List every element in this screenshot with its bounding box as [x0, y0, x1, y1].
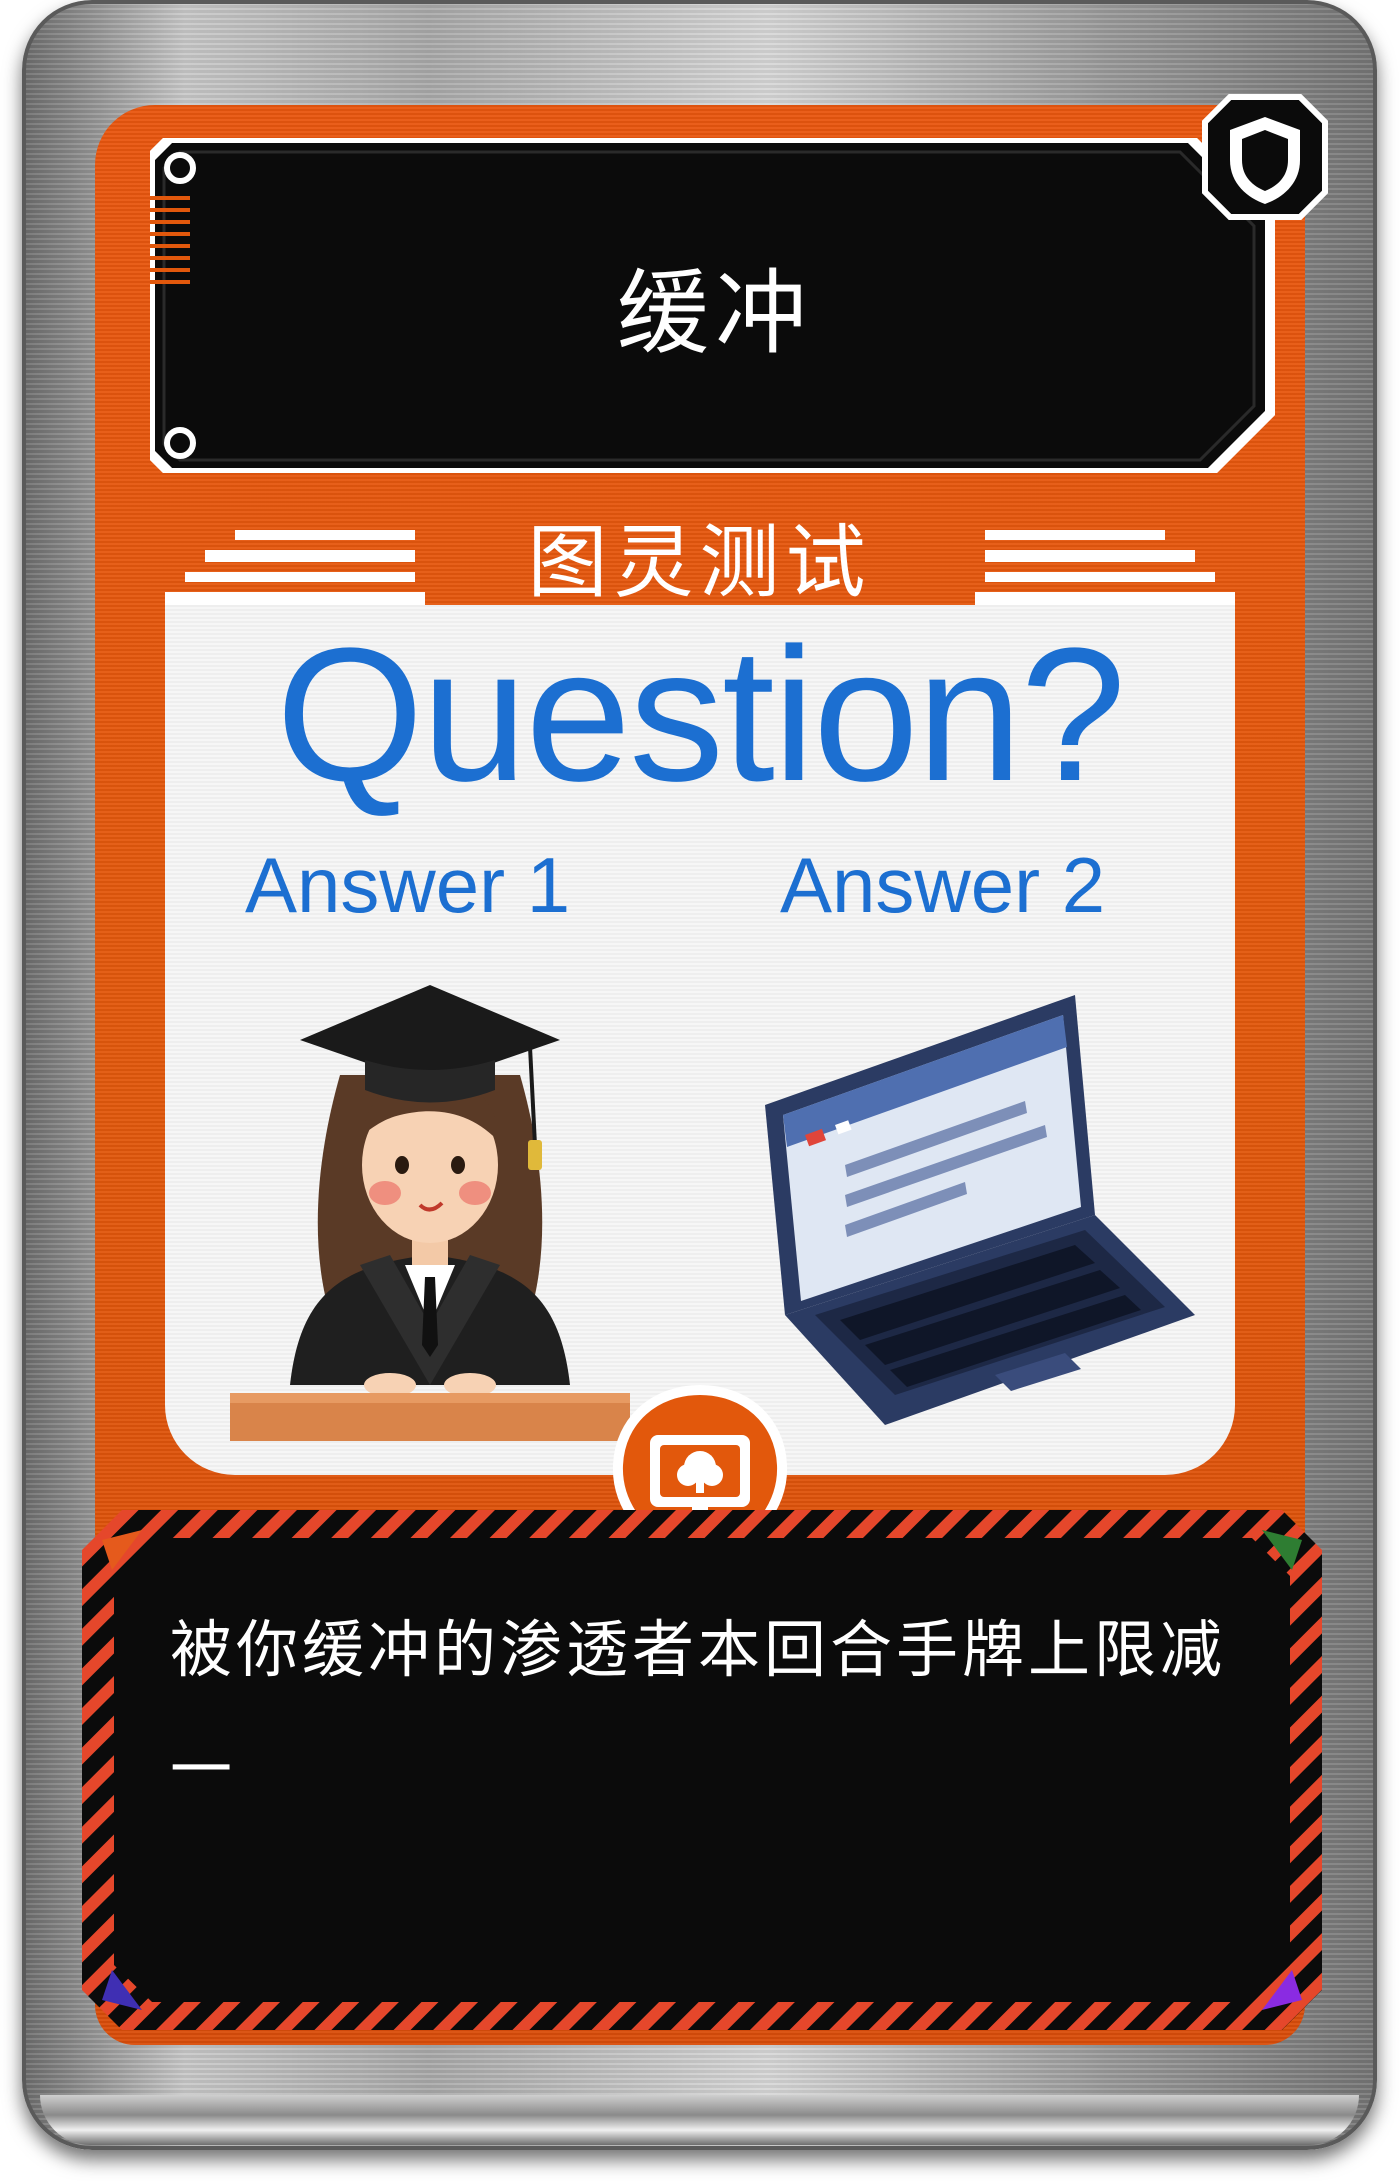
art-question-text: Question? [275, 609, 1126, 821]
card-art: Question? Answer 1 Answer 2 [165, 605, 1235, 1475]
card-category: 图灵测试 [527, 516, 872, 609]
title-plate: 缓冲 [150, 138, 1280, 473]
card-title: 缓冲 [616, 260, 813, 367]
card-effect-text: 被你缓冲的渗透者本回合手牌上限减一 [170, 1613, 1227, 1806]
card-bottom-rim [40, 2095, 1359, 2145]
art-answer-1-text: Answer 1 [245, 841, 571, 929]
shield-icon [1202, 94, 1328, 220]
laptop-illustration [765, 995, 1195, 1425]
graduate-illustration [230, 985, 630, 1441]
art-answer-2-text: Answer 2 [780, 841, 1106, 929]
